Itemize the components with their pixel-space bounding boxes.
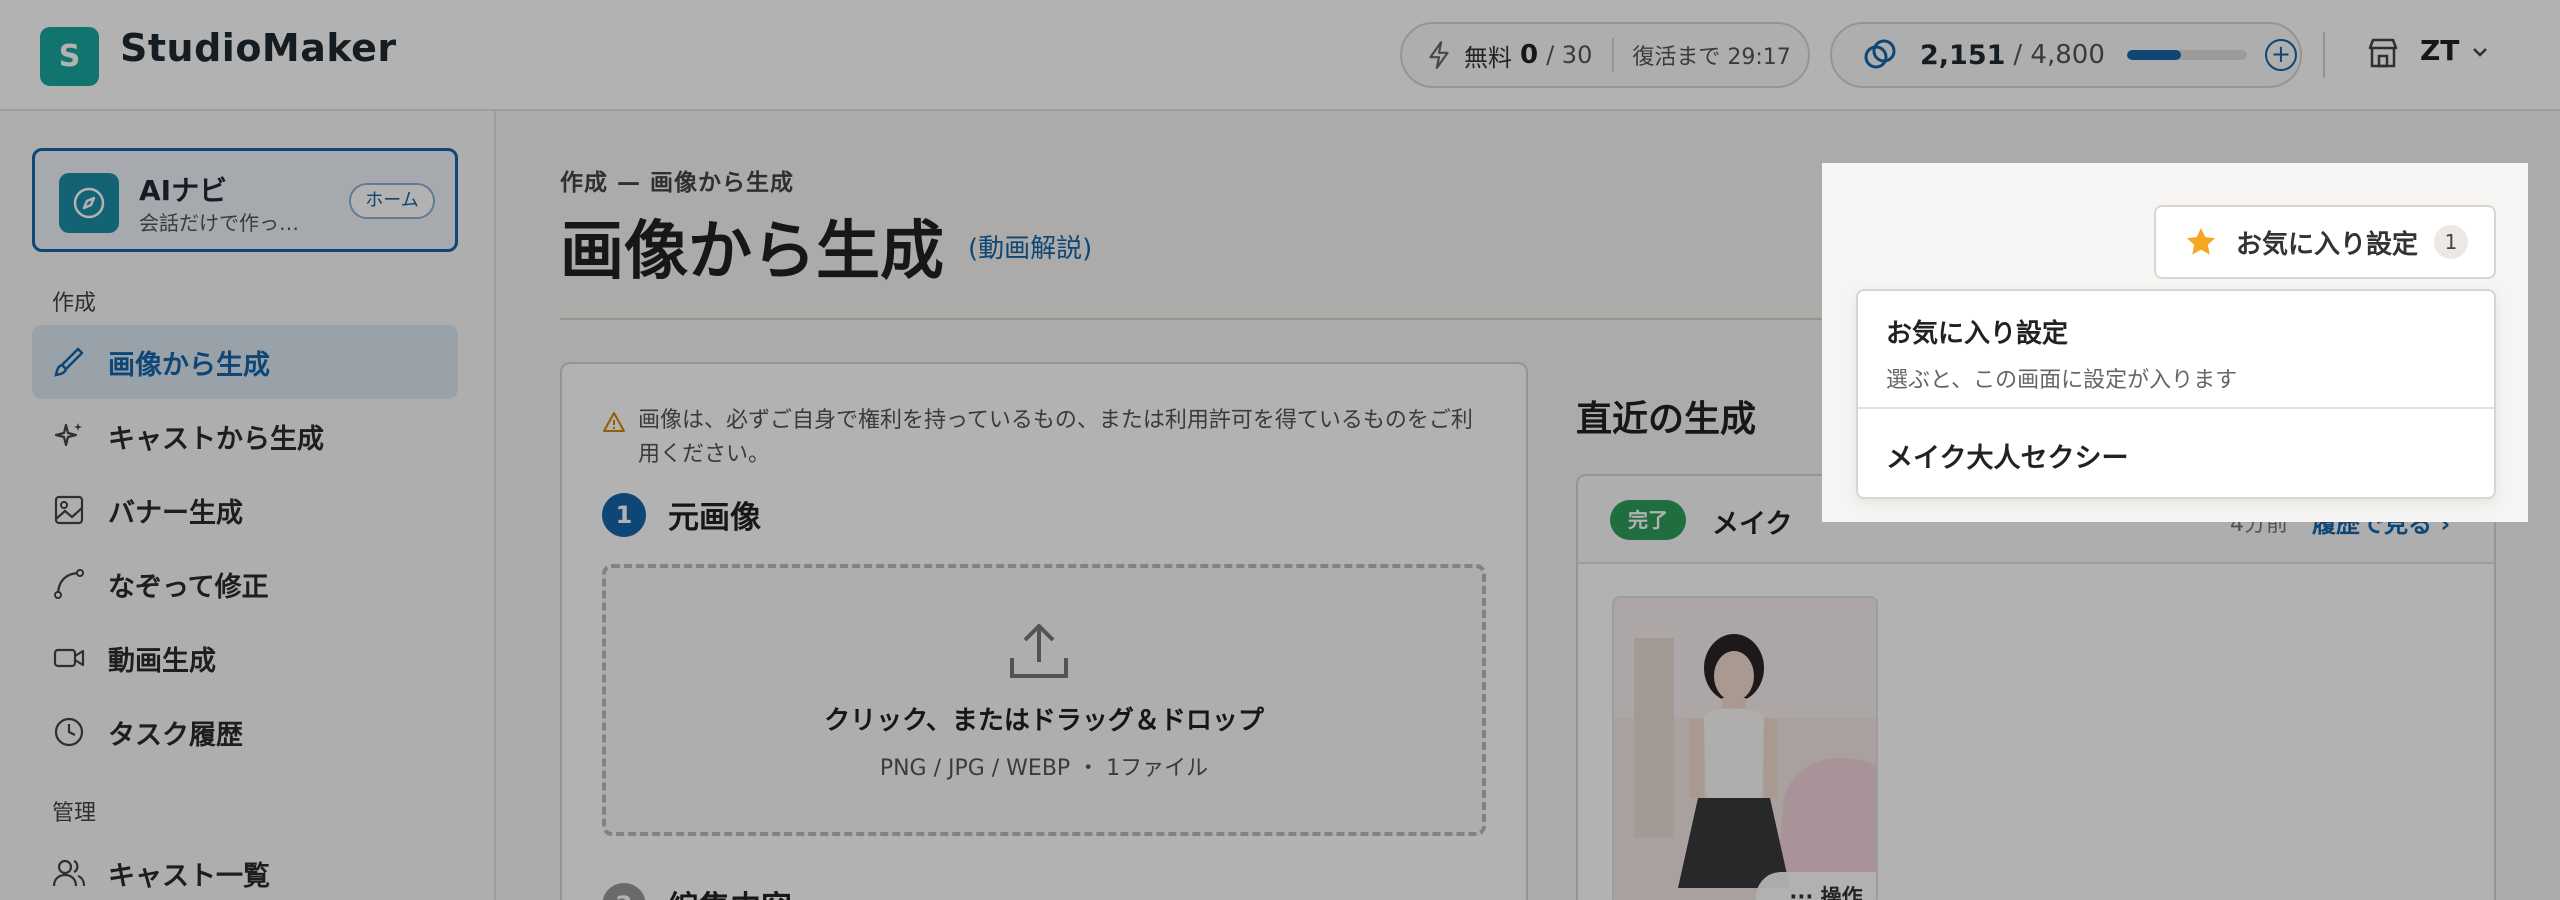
favorites-item[interactable]: メイク大人セクシー [1858,411,2494,497]
favorites-count-badge: 1 [2434,225,2469,259]
favorites-dropdown-title: お気に入り設定 [1886,319,2069,349]
favorites-button-label: お気に入り設定 [2236,229,2419,260]
favorites-dropdown-header: お気に入り設定 選ぶと、この画面に設定が入ります [1858,291,2494,409]
favorites-dropdown-subtitle: 選ぶと、この画面に設定が入ります [1886,368,2238,393]
favorites-button[interactable]: お気に入り設定 1 [2154,205,2496,279]
favorites-dropdown: お気に入り設定 選ぶと、この画面に設定が入ります メイク大人セクシー [1856,289,2496,499]
star-icon [2187,228,2215,255]
